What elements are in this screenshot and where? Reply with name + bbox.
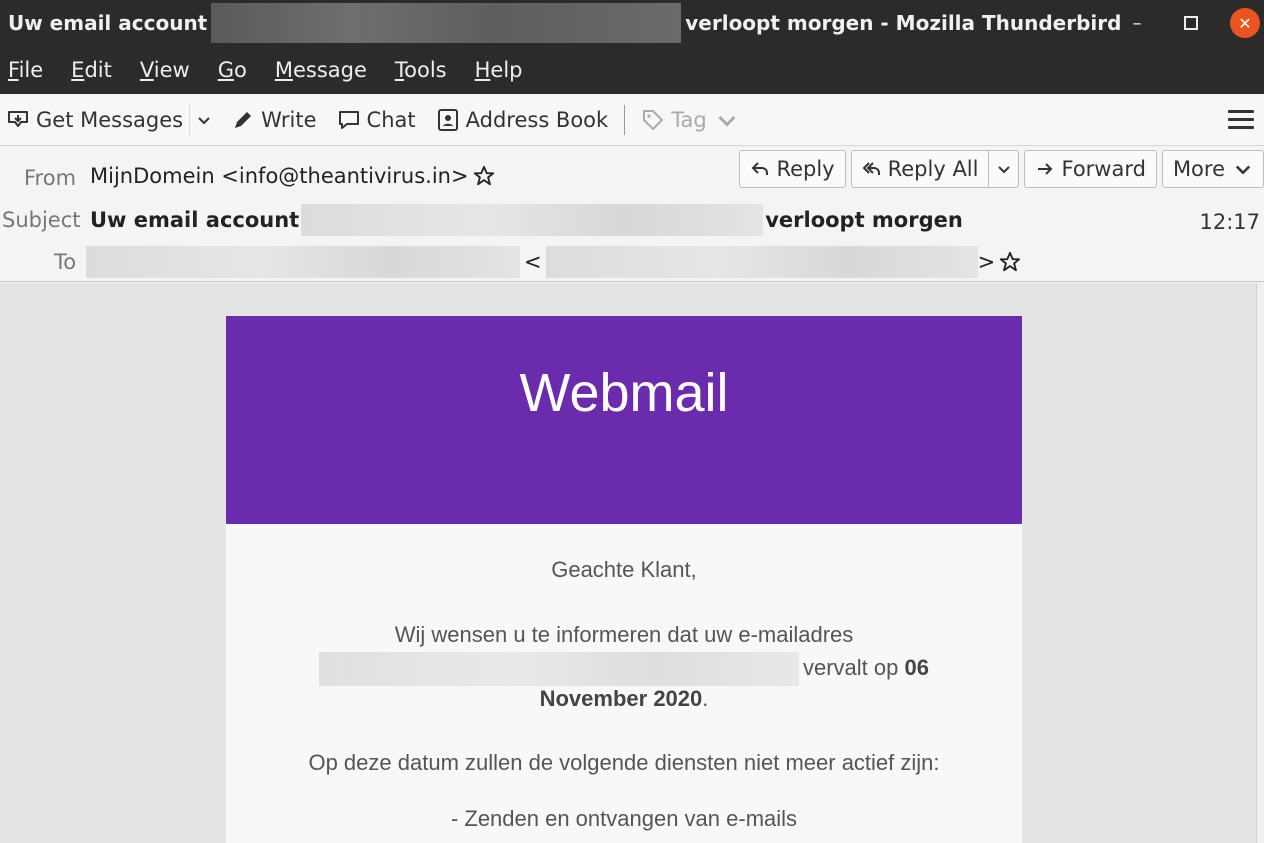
menu-go[interactable]: Go — [210, 58, 255, 82]
message-time: 12:17 — [1199, 210, 1260, 234]
chat-button[interactable]: Chat — [331, 100, 422, 140]
body-line-4: Op deze datum zullen de volgende dienste… — [308, 750, 940, 775]
write-button[interactable]: Write — [225, 100, 322, 140]
title-suffix: verloopt morgen - Mozilla Thunderbird — [685, 11, 1122, 35]
address-book-button[interactable]: Address Book — [430, 100, 615, 140]
message-body: Webmail Geachte Klant, Wij wensen u te i… — [0, 283, 1256, 843]
from-label: From — [24, 166, 77, 190]
tag-icon — [643, 109, 664, 130]
star-icon[interactable] — [999, 251, 1021, 273]
menu-bar: File Edit View Go Message Tools Help — [0, 46, 1264, 94]
forward-arrow-icon — [1038, 163, 1053, 175]
message-header: From MijnDomein <info@theantivirus.in> R… — [0, 146, 1264, 282]
download-icon — [8, 110, 28, 127]
menu-edit[interactable]: Edit — [63, 58, 120, 82]
menu-message[interactable]: Message — [267, 58, 375, 82]
get-messages-dropdown[interactable] — [189, 102, 217, 137]
main-toolbar: Get Messages Write Chat Address Book Tag — [0, 94, 1264, 146]
menu-help[interactable]: Help — [467, 58, 531, 82]
to-label: To — [54, 250, 77, 274]
body-line-5: - Zenden en ontvangen van e-mails — [450, 806, 798, 831]
redacted-block — [86, 246, 520, 278]
get-messages-button[interactable]: Get Messages — [0, 100, 189, 140]
message-card: Geachte Klant, Wij wensen u te informere… — [226, 524, 1022, 843]
chevron-down-icon — [1235, 165, 1251, 175]
window-titlebar: Uw email account verloopt morgen - Mozil… — [0, 0, 1264, 46]
window-title: Uw email account verloopt morgen - Mozil… — [0, 3, 1121, 43]
message-actions: Reply Reply All Forward More — [739, 150, 1264, 188]
chat-bubble-icon — [338, 110, 359, 129]
redacted-block — [545, 246, 978, 278]
body-line-2: vervalt op 06 — [226, 652, 1022, 686]
body-line-1: Wij wensen u te informeren dat uw e-mail… — [394, 622, 854, 647]
reply-button[interactable]: Reply — [739, 150, 846, 188]
reply-all-dropdown[interactable] — [989, 150, 1020, 188]
redacted-block — [301, 204, 764, 236]
webmail-banner: Webmail — [226, 316, 1022, 524]
menu-view[interactable]: View — [132, 58, 198, 82]
toolbar-separator — [624, 104, 626, 135]
chevron-down-icon — [718, 115, 736, 127]
forward-button[interactable]: Forward — [1024, 150, 1157, 188]
body-line-3: November 2020. — [539, 686, 709, 711]
chevron-down-icon — [197, 116, 210, 124]
window-controls: – ✕ — [1098, 0, 1264, 46]
reply-all-split: Reply All — [850, 150, 1020, 188]
menu-file[interactable]: File — [0, 58, 51, 82]
maximize-button[interactable] — [1176, 8, 1206, 38]
star-icon[interactable] — [473, 165, 495, 187]
vertical-scrollbar[interactable] — [1256, 283, 1264, 843]
app-menu-button[interactable] — [1228, 104, 1254, 134]
reply-icon — [752, 162, 769, 175]
hamburger-icon — [1228, 109, 1254, 113]
close-button[interactable]: ✕ — [1230, 8, 1260, 38]
address-book-icon — [437, 108, 458, 131]
chevron-down-icon — [998, 166, 1010, 174]
reply-all-icon — [862, 162, 880, 175]
title-prefix: Uw email account — [8, 11, 208, 35]
tag-button[interactable]: Tag — [635, 100, 745, 140]
menu-tools[interactable]: Tools — [387, 58, 455, 82]
maximize-icon — [1184, 16, 1198, 30]
to-value[interactable]: < > — [86, 246, 1021, 278]
reply-all-button[interactable]: Reply All — [850, 150, 990, 188]
pencil-icon — [235, 111, 252, 128]
subject-label: Subject — [2, 208, 81, 232]
more-button[interactable]: More — [1161, 150, 1264, 188]
subject-value: Uw email account verloopt morgen — [90, 204, 963, 236]
redacted-block — [319, 652, 799, 686]
minimize-button[interactable]: – — [1122, 8, 1152, 38]
from-value[interactable]: MijnDomein <info@theantivirus.in> — [90, 164, 495, 188]
greeting-text: Geachte Klant, — [551, 557, 697, 582]
redacted-block — [211, 3, 682, 43]
